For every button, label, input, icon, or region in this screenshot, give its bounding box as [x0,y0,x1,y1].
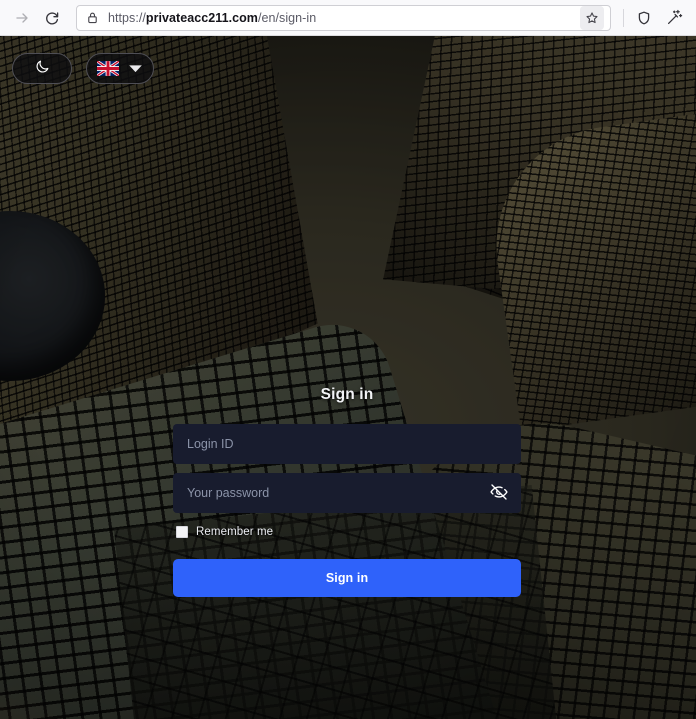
reload-button[interactable] [38,4,66,32]
top-controls [12,53,154,84]
shield-icon [636,10,652,26]
url-host: privateacc211.com [145,10,258,25]
remember-me-checkbox[interactable] [176,526,188,538]
eye-off-icon [489,482,509,505]
url-scheme: https:// [108,10,146,25]
remember-me-label: Remember me [196,526,274,538]
url-path: /en/sign-in [257,10,317,25]
uk-flag-icon [97,61,119,76]
theme-toggle-button[interactable] [12,53,72,84]
moon-icon [34,58,51,80]
tracking-protection-button[interactable] [630,4,658,32]
star-icon[interactable] [580,5,604,30]
page-title: Sign in [320,386,374,403]
arrow-right-icon [14,10,30,26]
ai-sparkle-button[interactable] [660,4,688,32]
remember-me-row[interactable]: Remember me [173,526,521,538]
forward-button[interactable] [8,4,36,32]
sparkle-wand-icon [666,9,683,26]
background-photo [0,36,696,719]
login-id-input[interactable] [173,424,521,464]
sign-in-button[interactable]: Sign in [173,559,521,597]
address-bar[interactable]: https://privateacc211.com/en/sign-in [76,4,611,31]
signin-form: Sign in Remember me Sign in [173,386,521,597]
toolbar-divider [623,8,624,27]
reload-icon [44,10,60,26]
language-selector[interactable] [86,53,154,84]
url-text: https://privateacc211.com/en/sign-in [108,5,576,31]
chevron-down-icon [128,60,143,78]
browser-toolbar: https://privateacc211.com/en/sign-in [0,0,696,36]
login-id-field[interactable] [173,424,521,464]
toggle-password-visibility-button[interactable] [486,480,512,506]
page-content: Sign in Remember me Sign in [0,36,696,719]
password-input[interactable] [173,473,521,513]
building-right-curved [480,110,696,432]
lock-icon [86,11,99,24]
password-field[interactable] [173,473,521,513]
